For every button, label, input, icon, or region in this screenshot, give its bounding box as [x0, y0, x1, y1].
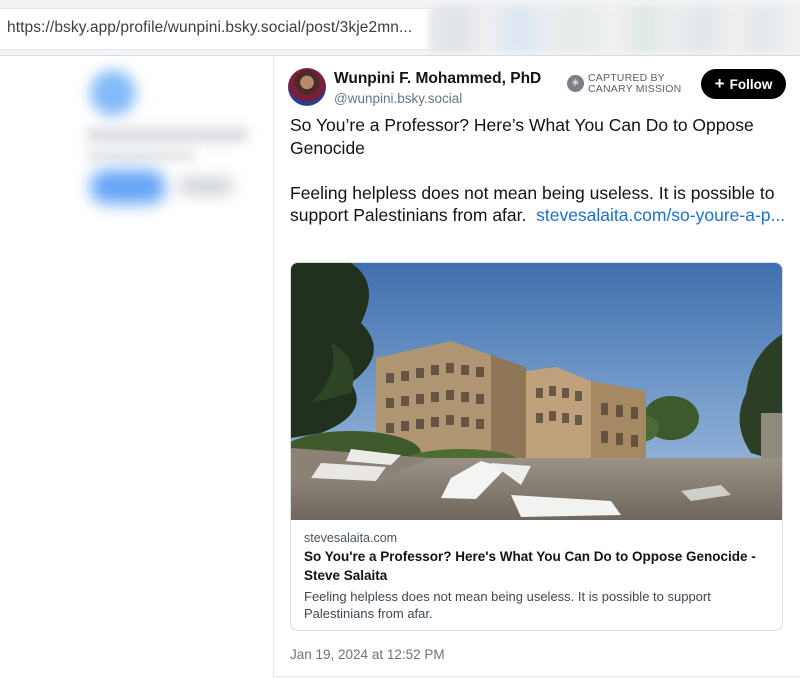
author-name[interactable]: Wunpini F. Mohammed, PhD: [334, 70, 541, 88]
blurred-text: [86, 128, 248, 142]
canary-mission-icon: ✳: [567, 75, 584, 92]
avatar[interactable]: [288, 68, 326, 106]
card-thumbnail-image: [291, 263, 782, 520]
author-handle[interactable]: @wunpini.bsky.social: [334, 91, 462, 106]
post-timestamp[interactable]: Jan 19, 2024 at 12:52 PM: [290, 647, 445, 662]
blurred-button: [90, 170, 166, 204]
address-bar-url[interactable]: https://bsky.app/profile/wunpini.bsky.so…: [7, 19, 412, 37]
card-domain: stevesalaita.com: [304, 531, 398, 545]
card-description: Feeling helpless does not mean being use…: [304, 589, 711, 621]
captured-badge: ✳ CAPTURED BY CANARY MISSION: [567, 71, 687, 97]
card-title: So You're a Professor? Here's What You C…: [304, 549, 756, 583]
follow-label: Follow: [729, 76, 773, 92]
blurred-sidebar: [78, 62, 252, 214]
follow-button[interactable]: + Follow: [701, 69, 786, 99]
post-divider: [273, 676, 800, 677]
post-body: So You’re a Professor? Here’s What You C…: [290, 114, 790, 227]
blurred-avatar: [90, 70, 136, 116]
plus-icon: +: [714, 74, 725, 93]
badge-line2: CANARY MISSION: [588, 83, 682, 95]
post-headline: So You’re a Professor? Here’s What You C…: [290, 115, 754, 158]
link-preview-card[interactable]: stevesalaita.com So You're a Professor? …: [290, 262, 783, 631]
blurred-text: [86, 150, 196, 160]
post-paragraph: Feeling helpless does not mean being use…: [290, 182, 790, 227]
blurred-button: [178, 176, 234, 196]
browser-toolbar: https://bsky.app/profile/wunpini.bsky.so…: [0, 0, 800, 56]
post-link[interactable]: stevesalaita.com/so-youre-a-p...: [536, 205, 785, 225]
blurred-toolbar-extensions: [428, 6, 800, 52]
